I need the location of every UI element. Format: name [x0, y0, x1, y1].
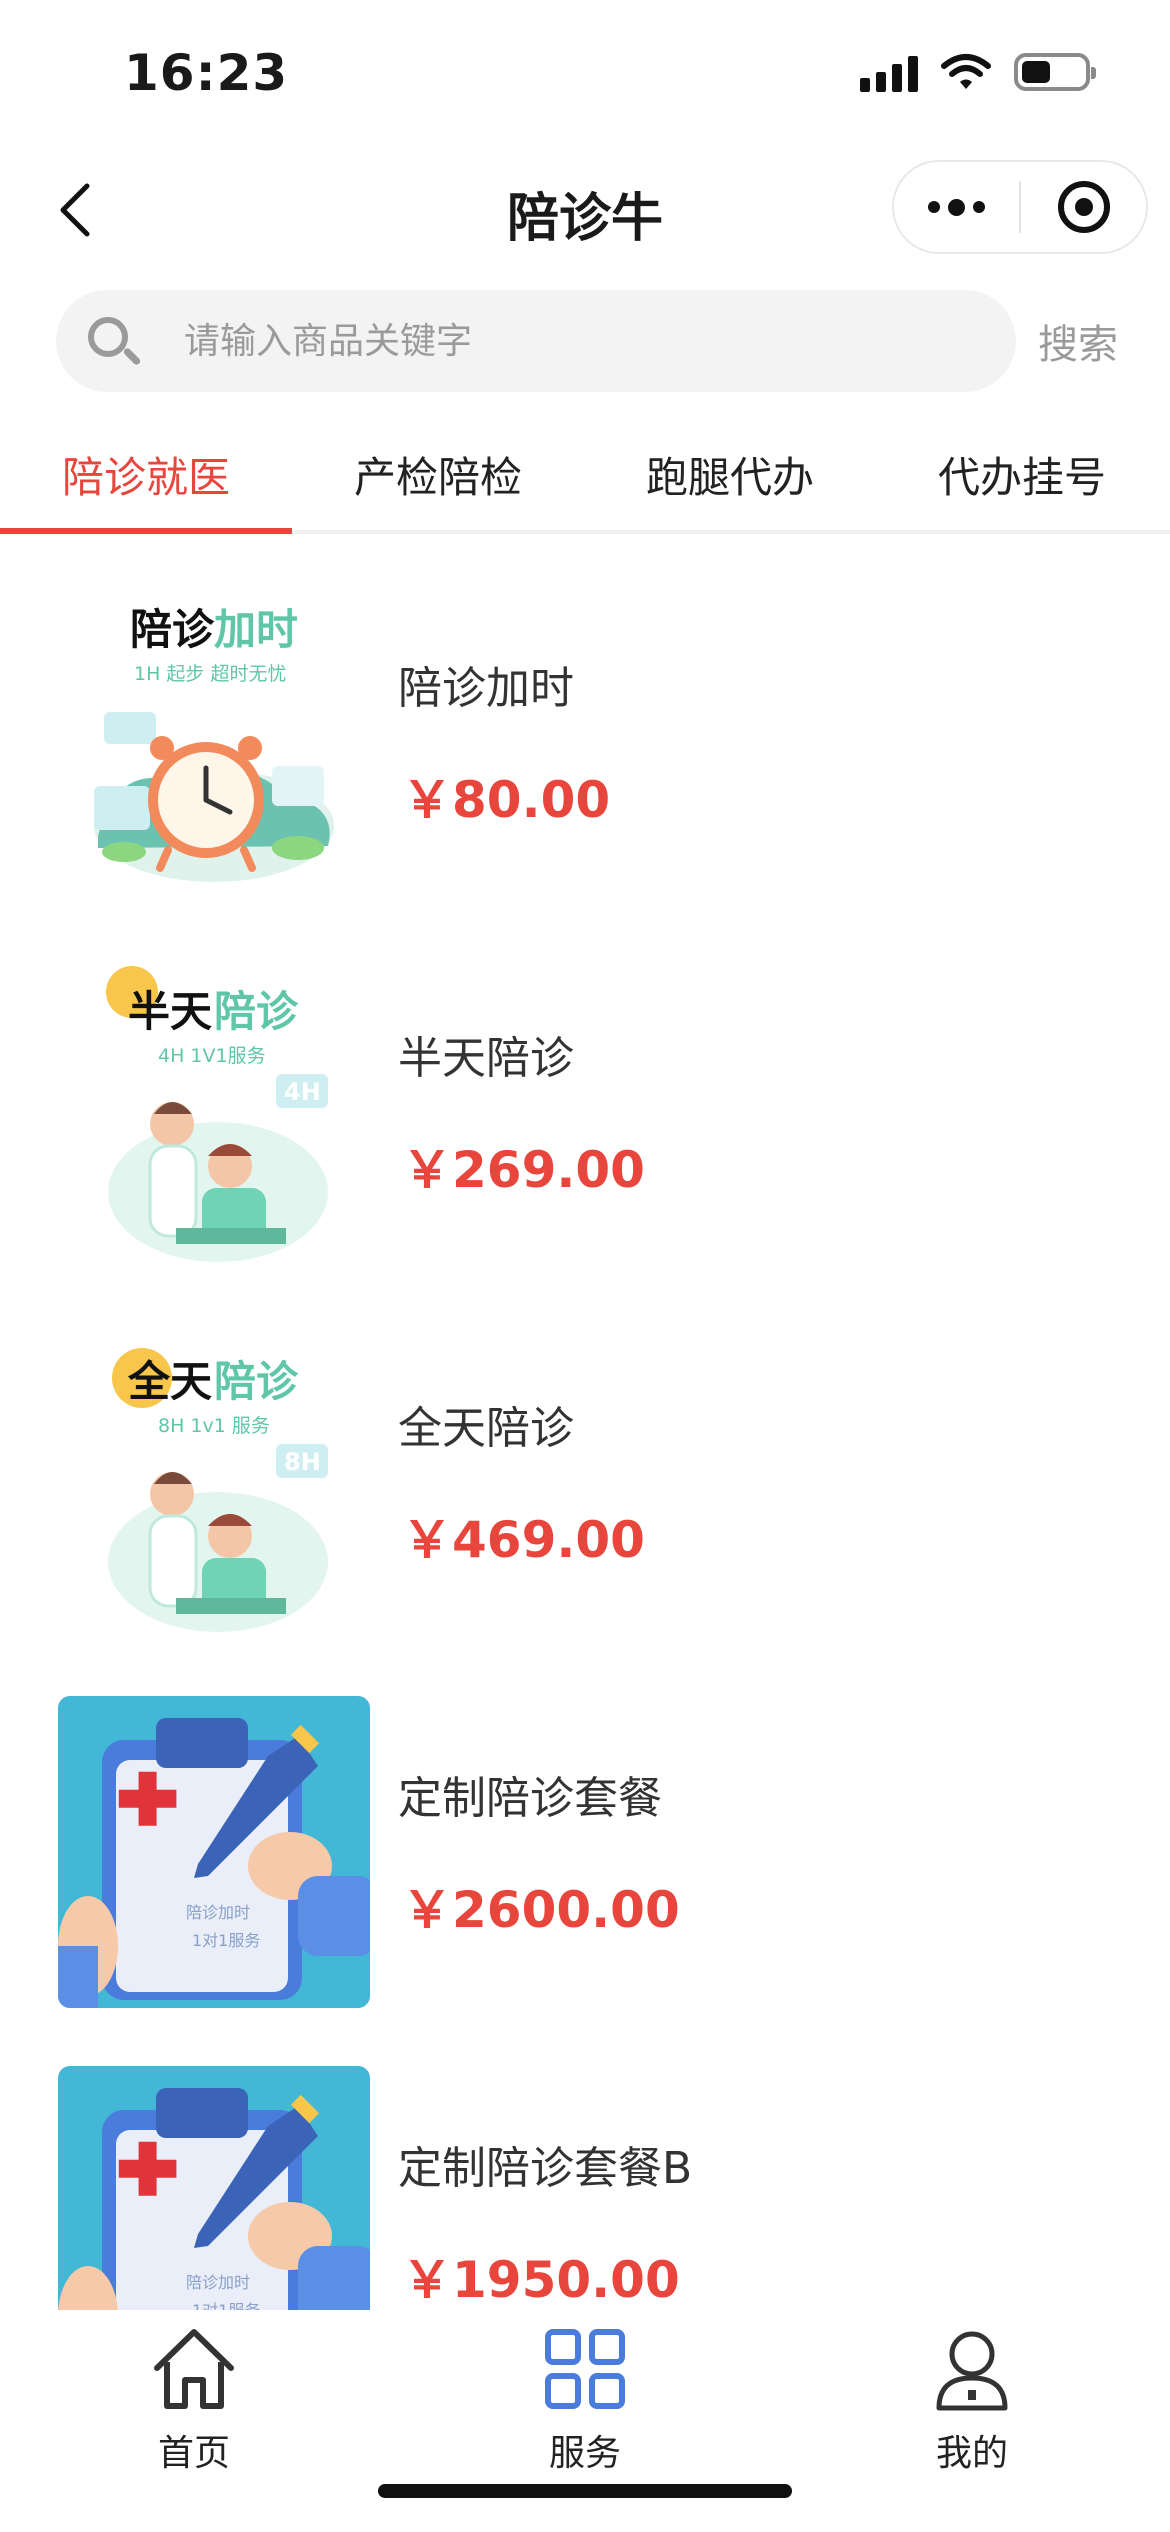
- thumb-line2: 1对1服务: [192, 1931, 260, 1950]
- alarm-clock-illustration: 陪诊 加时 1H 起步 超时无忧: [58, 586, 370, 898]
- tabbar-label: 首页: [157, 2433, 230, 2474]
- product-price: ￥2600.00: [402, 1881, 680, 1939]
- product-thumbnail: 陪诊加时 1对1服务: [58, 2066, 370, 2310]
- status-time: 16:23: [124, 44, 289, 102]
- tab-accompany-medical[interactable]: 陪诊就医: [0, 430, 292, 534]
- half-day-escort-illustration: 半天 陪诊 4H 1V1服务 4H: [58, 956, 370, 1268]
- search-button[interactable]: 搜索: [1038, 312, 1118, 370]
- product-price: ￥469.00: [402, 1511, 645, 1569]
- product-thumbnail: 陪诊加时 1对1服务: [58, 1696, 370, 2008]
- wifi-icon: [941, 54, 991, 89]
- thumb-title-a: 陪诊: [130, 605, 215, 654]
- product-price: ￥269.00: [402, 1141, 645, 1199]
- product-item[interactable]: 陪诊 加时 1H 起步 超时无忧 陪诊加时 ￥80.00: [0, 560, 1170, 930]
- thumb-title-b: 加时: [214, 605, 298, 654]
- target-icon: [1057, 181, 1110, 233]
- product-name: 定制陪诊套餐B: [398, 2143, 693, 2194]
- more-dots-icon: [928, 198, 985, 216]
- product-name: 全天陪诊: [398, 1403, 574, 1454]
- status-icons: [860, 52, 1096, 92]
- close-miniprogram-button[interactable]: [1021, 162, 1146, 252]
- user-icon: [936, 2331, 1008, 2411]
- grid-icon: [545, 2329, 625, 2409]
- tab-prenatal-check[interactable]: 产检陪检: [292, 430, 584, 530]
- thumb-line2: 1对1服务: [192, 2301, 260, 2310]
- tabbar-label: 服务: [548, 2433, 621, 2474]
- product-list: 陪诊 加时 1H 起步 超时无忧 陪诊加时 ￥80.00 半天 陪诊 4H 1V…: [0, 560, 1170, 2310]
- thumb-title-a: 全天: [127, 1357, 212, 1406]
- thumb-title-a: 半天: [128, 987, 212, 1036]
- full-day-escort-illustration: 全天 陪诊 8H 1v1 服务 8H: [58, 1326, 370, 1638]
- mini-program-capsule: [892, 160, 1148, 254]
- product-price: ￥1950.00: [402, 2251, 680, 2309]
- battery-icon: [1014, 53, 1096, 91]
- clipboard-illustration: 陪诊加时 1对1服务: [58, 1696, 370, 2008]
- thumb-title-b: 陪诊: [214, 1357, 299, 1406]
- product-price: ￥80.00: [402, 771, 611, 829]
- bottom-tab-bar: 首页 服务 我的: [0, 2310, 1170, 2532]
- home-indicator: [378, 2484, 792, 2498]
- product-item[interactable]: 陪诊加时 1对1服务 定制陪诊套餐B ￥1950.00: [0, 2040, 1170, 2310]
- thumb-subtitle: 4H 1V1服务: [158, 1045, 266, 1067]
- search-box[interactable]: [56, 290, 1016, 392]
- product-item[interactable]: 陪诊加时 1对1服务 定制陪诊套餐 ￥2600.00: [0, 1670, 1170, 2040]
- home-icon: [154, 2329, 234, 2409]
- thumb-line1: 陪诊加时: [186, 1903, 250, 1922]
- status-bar: 16:23: [0, 0, 1170, 150]
- navigation-bar: 陪诊牛: [0, 150, 1170, 270]
- more-button[interactable]: [894, 162, 1019, 252]
- product-name: 陪诊加时: [398, 663, 574, 714]
- thumb-subtitle: 1H 起步 超时无忧: [134, 663, 286, 685]
- search-icon: [82, 311, 142, 371]
- thumb-line1: 陪诊加时: [186, 2273, 250, 2292]
- tabbar-label: 我的: [935, 2433, 1008, 2474]
- tab-errand[interactable]: 跑腿代办: [584, 430, 876, 530]
- tabbar-item-profile[interactable]: 我的: [872, 2324, 1072, 2476]
- product-thumbnail: 半天 陪诊 4H 1V1服务 4H: [58, 956, 370, 1268]
- product-name: 半天陪诊: [398, 1033, 574, 1084]
- cellular-signal-icon: [860, 52, 918, 92]
- product-item[interactable]: 半天 陪诊 4H 1V1服务 4H 半天陪诊 ￥269.00: [0, 930, 1170, 1300]
- thumb-title-b: 陪诊: [214, 987, 299, 1036]
- product-thumbnail: 陪诊 加时 1H 起步 超时无忧: [58, 586, 370, 898]
- product-item[interactable]: 全天 陪诊 8H 1v1 服务 8H 全天陪诊 ￥469.00: [0, 1300, 1170, 1670]
- clipboard-illustration: 陪诊加时 1对1服务: [58, 2066, 370, 2310]
- thumb-badge: 8H: [284, 1448, 321, 1476]
- product-thumbnail: 全天 陪诊 8H 1v1 服务 8H: [58, 1326, 370, 1638]
- category-tabs: 陪诊就医 产检陪检 跑腿代办 代办挂号: [0, 430, 1170, 534]
- thumb-badge: 4H: [284, 1078, 321, 1106]
- thumb-subtitle: 8H 1v1 服务: [158, 1415, 270, 1437]
- search-input[interactable]: [184, 320, 944, 362]
- tab-registration[interactable]: 代办挂号: [876, 430, 1168, 530]
- product-name: 定制陪诊套餐: [398, 1773, 662, 1824]
- tabbar-item-home[interactable]: 首页: [94, 2324, 294, 2476]
- tabbar-item-services[interactable]: 服务: [485, 2324, 685, 2476]
- search-row: 搜索: [0, 290, 1170, 394]
